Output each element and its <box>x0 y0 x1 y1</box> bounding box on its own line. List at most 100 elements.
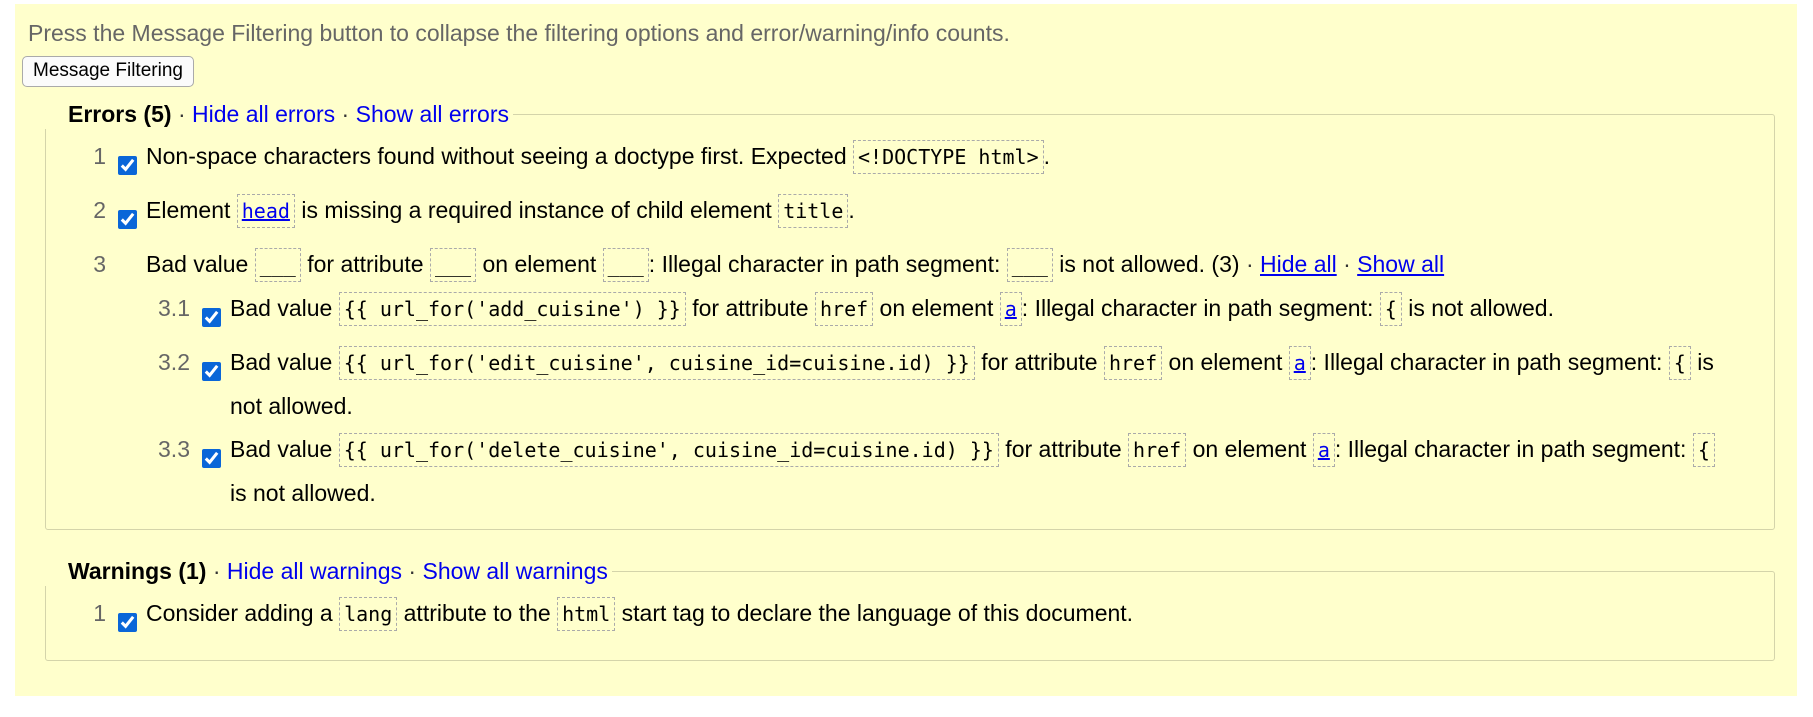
error-number: 3.2 <box>158 349 190 375</box>
error-message: Bad value {{ url_for('delete_cuisine', c… <box>230 428 1774 515</box>
separator: · <box>212 558 221 584</box>
msg-text: Consider adding a <box>146 600 340 626</box>
error-group-row-3: 3 Bad value ___ for attribute ___ on ele… <box>46 243 1774 287</box>
error-checkbox-wrap <box>118 135 146 189</box>
errors-fieldset: Errors (5) · Hide all errors · Show all … <box>45 99 1775 530</box>
hide-all-warnings-link[interactable]: Hide all warnings <box>227 558 402 584</box>
error-message: Bad value {{ url_for('add_cuisine') }} f… <box>230 287 1774 331</box>
msg-text: Non-space characters found without seein… <box>146 143 854 169</box>
code-placeholder: ___ <box>254 248 301 282</box>
code-value: {{ url_for('delete_cuisine', cuisine_id=… <box>338 433 999 467</box>
error-number: 3.1 <box>158 295 190 321</box>
error-message: Element head is missing a required insta… <box>146 189 1774 233</box>
code-head: head <box>236 194 295 228</box>
error-message: Non-space characters found without seein… <box>146 135 1774 179</box>
msg-text: on element <box>1186 436 1313 462</box>
error-3-3-checkbox[interactable] <box>202 449 221 468</box>
msg-text: : Illegal character in path segment: <box>1334 436 1693 462</box>
code-a: a <box>1288 346 1311 380</box>
msg-text: is not allowed. <box>1401 295 1554 321</box>
msg-text: on element <box>873 295 1000 321</box>
msg-text: for attribute <box>300 251 430 277</box>
code-brace: { <box>1692 433 1715 467</box>
error-row-3-1: 3.1 Bad value {{ url_for('add_cuisine') … <box>130 287 1774 341</box>
msg-text: is not allowed. (3) <box>1052 251 1246 277</box>
error-row-1: 1 Non-space characters found without see… <box>46 135 1774 189</box>
error-number: 1 <box>93 143 106 169</box>
msg-text: Bad value <box>230 436 339 462</box>
separator: · <box>408 558 417 584</box>
error-row-3-2: 3.2 Bad value {{ url_for('edit_cuisine',… <box>130 341 1774 428</box>
msg-text: : Illegal character in path segment: <box>648 251 1007 277</box>
code-title: title <box>778 194 849 228</box>
error-checkbox-wrap <box>118 243 146 254</box>
a-element-link[interactable]: a <box>1005 297 1017 321</box>
msg-text: for attribute <box>974 349 1104 375</box>
show-all-group-link[interactable]: Show all <box>1357 251 1444 277</box>
msg-text: start tag to declare the language of thi… <box>615 600 1134 626</box>
error-row-2: 2 Element head is missing a required ins… <box>46 189 1774 243</box>
warnings-legend: Warnings (1) · Hide all warnings · Show … <box>40 556 612 586</box>
warnings-fieldset: Warnings (1) · Hide all warnings · Show … <box>45 556 1775 661</box>
code-brace: { <box>1668 346 1691 380</box>
msg-text: is missing a required instance of child … <box>294 197 779 223</box>
msg-text: Bad value <box>230 349 339 375</box>
separator: · <box>1343 251 1351 277</box>
warning-checkbox-wrap <box>118 592 146 646</box>
code-placeholder: ___ <box>1006 248 1053 282</box>
error-checkbox-wrap <box>202 428 230 482</box>
msg-text: . <box>1043 143 1051 169</box>
show-all-warnings-link[interactable]: Show all warnings <box>422 558 607 584</box>
code-html: html <box>557 597 616 631</box>
separator: · <box>341 101 350 127</box>
code-lang: lang <box>339 597 398 631</box>
code-href: href <box>1128 433 1187 467</box>
msg-text: for attribute <box>998 436 1129 462</box>
a-element-link[interactable]: a <box>1294 351 1306 375</box>
warning-1-checkbox[interactable] <box>118 613 137 632</box>
errors-title: Errors (5) <box>68 101 172 127</box>
intro-text: Press the Message Filtering button to co… <box>28 20 1010 46</box>
head-link[interactable]: head <box>242 199 290 223</box>
error-group-message: Bad value ___ for attribute ___ on eleme… <box>146 243 1774 287</box>
msg-text: Bad value <box>146 251 255 277</box>
show-all-errors-link[interactable]: Show all errors <box>356 101 509 127</box>
msg-text: on element <box>476 251 603 277</box>
code-placeholder: ___ <box>602 248 649 282</box>
error-3-1-checkbox[interactable] <box>202 308 221 327</box>
code-value: {{ url_for('edit_cuisine', cuisine_id=cu… <box>338 346 975 380</box>
separator: · <box>1245 251 1254 277</box>
warning-number: 1 <box>93 600 106 626</box>
warning-row-1: 1 Consider adding a lang attribute to th… <box>46 592 1774 646</box>
error-checkbox-wrap <box>118 189 146 243</box>
error-1-checkbox[interactable] <box>118 156 137 175</box>
hide-all-group-link[interactable]: Hide all <box>1260 251 1337 277</box>
msg-text: Bad value <box>230 295 339 321</box>
msg-text: . <box>848 197 855 223</box>
error-number: 2 <box>93 197 106 223</box>
error-checkbox-wrap <box>202 341 230 395</box>
separator: · <box>177 101 186 127</box>
error-message: Bad value {{ url_for('edit_cuisine', cui… <box>230 341 1774 428</box>
msg-text: : Illegal character in path segment: <box>1310 349 1669 375</box>
msg-text: on element <box>1162 349 1289 375</box>
error-number: 3 <box>93 251 106 277</box>
errors-legend: Errors (5) · Hide all errors · Show all … <box>40 99 513 129</box>
error-2-checkbox[interactable] <box>118 210 137 229</box>
warning-message: Consider adding a lang attribute to the … <box>146 592 1774 636</box>
code-placeholder: ___ <box>429 248 477 282</box>
warnings-title: Warnings (1) <box>68 558 207 584</box>
a-element-link[interactable]: a <box>1318 438 1330 462</box>
code-a: a <box>1312 433 1335 467</box>
msg-text: for attribute <box>685 295 815 321</box>
error-checkbox-wrap <box>202 287 230 341</box>
message-filtering-button[interactable]: Message Filtering <box>22 56 194 87</box>
error-3-2-checkbox[interactable] <box>202 362 221 381</box>
code-a: a <box>999 292 1022 326</box>
msg-text: attribute to the <box>397 600 558 626</box>
error-row-3-3: 3.3 Bad value {{ url_for('delete_cuisine… <box>130 428 1774 515</box>
error-group-subitems: 3.1 Bad value {{ url_for('add_cuisine') … <box>46 287 1774 515</box>
code-value: {{ url_for('add_cuisine') }} <box>338 292 686 326</box>
msg-text: is not allowed. <box>230 480 376 506</box>
hide-all-errors-link[interactable]: Hide all errors <box>192 101 335 127</box>
